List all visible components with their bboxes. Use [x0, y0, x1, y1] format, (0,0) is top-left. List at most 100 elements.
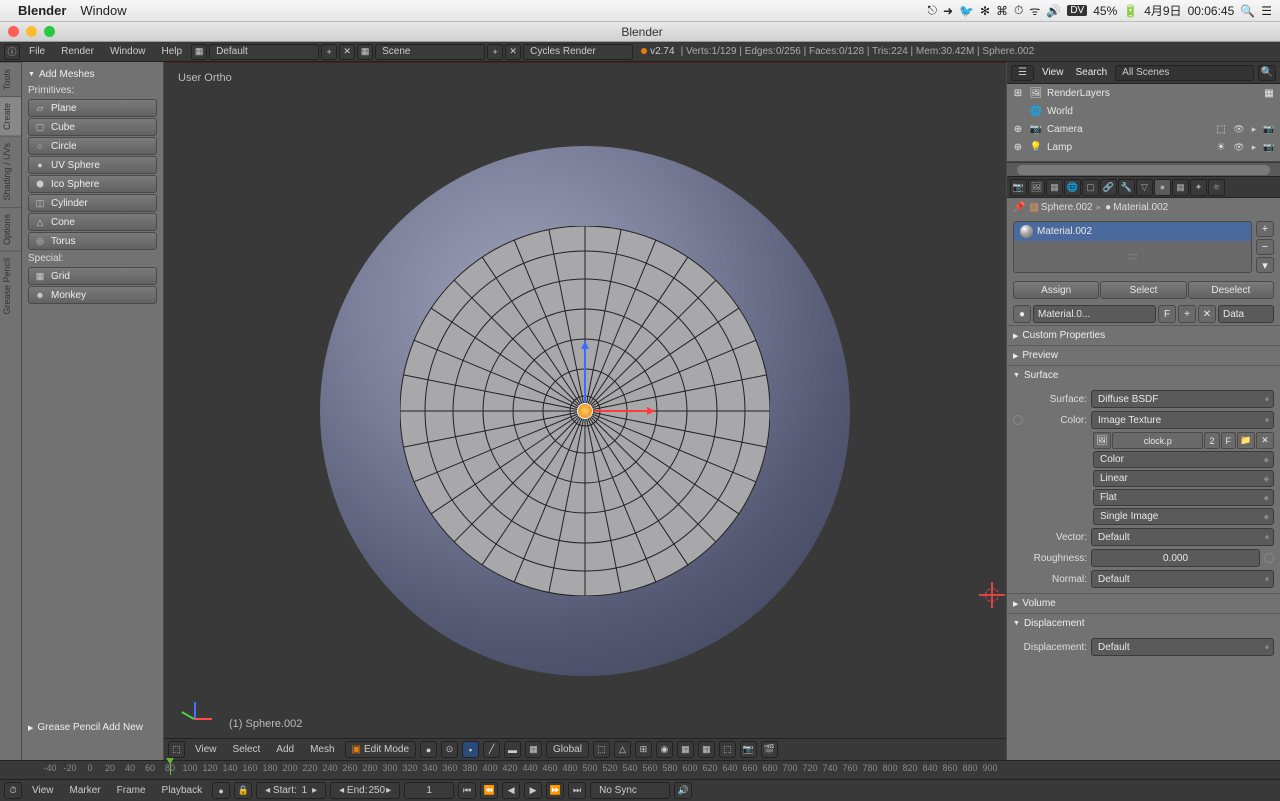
- end-frame[interactable]: ◂ End:250▸: [330, 782, 400, 799]
- select-button[interactable]: Select: [1100, 281, 1186, 299]
- add-cube[interactable]: ▢Cube: [28, 118, 157, 136]
- panel-add-meshes[interactable]: Add Meshes: [28, 66, 157, 83]
- menu-render[interactable]: Render: [54, 44, 101, 59]
- tex-unlink-icon[interactable]: ✕: [1256, 432, 1274, 449]
- render-icon[interactable]: 🎬: [761, 741, 778, 758]
- add-scene-icon[interactable]: +: [487, 44, 503, 60]
- editor-type-icon[interactable]: ⏱: [4, 782, 22, 799]
- tex-open-icon[interactable]: 📁: [1237, 432, 1255, 449]
- panel-grease[interactable]: Grease Pencil Add New: [28, 719, 158, 736]
- tab-grease[interactable]: Grease Pencil: [0, 251, 21, 321]
- color-socket-icon[interactable]: [1013, 415, 1023, 425]
- color-input[interactable]: Image Texture: [1091, 411, 1274, 429]
- snap-icon[interactable]: ⬚: [593, 741, 610, 758]
- viewport-3d[interactable]: User Ortho (1) Sphere.002 ⬚ View Select …: [164, 62, 1006, 760]
- add-cylinder[interactable]: ◫Cylinder: [28, 194, 157, 212]
- rough-socket-icon[interactable]: [1264, 553, 1274, 563]
- layers-icon[interactable]: ▦: [677, 741, 694, 758]
- vp-menu-mesh[interactable]: Mesh: [304, 742, 340, 757]
- outliner-filter[interactable]: All Scenes: [1115, 65, 1254, 81]
- remove-slot-icon[interactable]: −: [1256, 239, 1274, 255]
- gizmo-origin[interactable]: [577, 403, 593, 419]
- mat-browse-icon[interactable]: ●: [1013, 305, 1031, 323]
- render-border-icon[interactable]: ⬚: [719, 741, 736, 758]
- layout-browse-icon[interactable]: ▦: [191, 44, 207, 60]
- tex-users[interactable]: 2: [1204, 432, 1219, 449]
- add-plane[interactable]: ▱Plane: [28, 99, 157, 117]
- del-layout-icon[interactable]: ✕: [339, 44, 355, 60]
- keyframe-next-icon[interactable]: ⏩: [546, 782, 564, 799]
- bc-obj[interactable]: ▨Sphere.002: [1029, 202, 1092, 213]
- keyframe-prev-icon[interactable]: ⏪: [480, 782, 498, 799]
- snap-element-icon[interactable]: ⊞: [635, 741, 652, 758]
- tab-shading[interactable]: Shading / UVs: [0, 136, 21, 207]
- add-slot-icon[interactable]: +: [1256, 221, 1274, 237]
- screen-layout[interactable]: Default: [209, 44, 319, 60]
- displacement-input[interactable]: Default: [1091, 638, 1274, 656]
- del-scene-icon[interactable]: ✕: [505, 44, 521, 60]
- tex-name[interactable]: clock.p: [1112, 432, 1203, 449]
- outliner-search[interactable]: Search: [1071, 67, 1111, 78]
- snap-target-icon[interactable]: △: [614, 741, 631, 758]
- tex-projection[interactable]: Flat: [1093, 489, 1274, 506]
- jump-start-icon[interactable]: ⏮: [458, 782, 476, 799]
- limit-select-icon[interactable]: ▦: [525, 741, 542, 758]
- tex-interp[interactable]: Linear: [1093, 470, 1274, 487]
- add-layout-icon[interactable]: +: [321, 44, 337, 60]
- prop-tab-render[interactable]: 📷: [1010, 179, 1027, 196]
- outliner[interactable]: ⊞🖼RenderLayers▦ 🌐World ⊕📷Camera⬚👁▸📷 ⊕💡La…: [1007, 84, 1280, 162]
- prop-tab-object[interactable]: ▢: [1082, 179, 1099, 196]
- mat-users[interactable]: F: [1158, 305, 1176, 323]
- add-cone[interactable]: △Cone: [28, 213, 157, 231]
- editor-type-icon[interactable]: ⓘ: [4, 44, 20, 60]
- tl-menu-view[interactable]: View: [26, 783, 60, 798]
- mat-add-icon[interactable]: +: [1178, 305, 1196, 323]
- pin-icon[interactable]: 📌: [1013, 202, 1025, 213]
- prop-tab-layers[interactable]: 🖼: [1028, 179, 1045, 196]
- menu-window[interactable]: Window: [103, 44, 153, 59]
- material-name[interactable]: Material.0...: [1033, 305, 1156, 323]
- tex-colorspace[interactable]: Color: [1093, 451, 1274, 468]
- tl-menu-marker[interactable]: Marker: [64, 783, 107, 798]
- prop-tab-scene[interactable]: ▦: [1046, 179, 1063, 196]
- assign-button[interactable]: Assign: [1013, 281, 1099, 299]
- material-slot-item[interactable]: Material.002: [1014, 222, 1251, 241]
- speaker-icon[interactable]: 🔊: [674, 782, 692, 799]
- prop-tab-modifier[interactable]: 🔧: [1118, 179, 1135, 196]
- vp-menu-add[interactable]: Add: [270, 742, 300, 757]
- cam-icon[interactable]: 📷: [740, 741, 757, 758]
- pivot-icon[interactable]: ⊙: [441, 741, 458, 758]
- vector-input[interactable]: Default: [1091, 528, 1274, 546]
- sync-mode[interactable]: No Sync: [590, 782, 670, 799]
- orientation[interactable]: Global: [546, 741, 589, 758]
- add-circle[interactable]: ○Circle: [28, 137, 157, 155]
- edge-select-icon[interactable]: ╱: [483, 741, 500, 758]
- prop-tab-constraint[interactable]: 🔗: [1100, 179, 1117, 196]
- autokey-icon[interactable]: ●: [212, 782, 230, 799]
- prop-tab-data[interactable]: ▽: [1136, 179, 1153, 196]
- mode-select[interactable]: ▣Edit Mode: [345, 741, 416, 758]
- prop-tab-physics[interactable]: ⚛: [1208, 179, 1225, 196]
- scene-name[interactable]: Scene: [375, 44, 485, 60]
- tex-fake[interactable]: F: [1221, 432, 1237, 449]
- bc-mat[interactable]: ●Material.002: [1105, 202, 1168, 213]
- outliner-type-icon[interactable]: ☰: [1011, 65, 1034, 81]
- prop-tab-world[interactable]: 🌐: [1064, 179, 1081, 196]
- play-icon[interactable]: ▶: [524, 782, 542, 799]
- add-grid[interactable]: ▦Grid: [28, 267, 157, 285]
- editor-type-icon[interactable]: ⬚: [168, 741, 185, 758]
- current-frame[interactable]: 1: [404, 782, 454, 799]
- lock-icon[interactable]: 🔒: [234, 782, 252, 799]
- start-frame[interactable]: ◂ Start:1▸: [256, 782, 326, 799]
- search-icon[interactable]: 🔍: [1258, 65, 1276, 81]
- gizmo-z-axis[interactable]: [584, 341, 586, 411]
- tex-source[interactable]: Single Image: [1093, 508, 1274, 525]
- jump-end-icon[interactable]: ⏭: [568, 782, 586, 799]
- slot-menu-icon[interactable]: ▾: [1256, 257, 1274, 273]
- tab-tools[interactable]: Tools: [0, 62, 21, 96]
- vp-menu-select[interactable]: Select: [227, 742, 267, 757]
- outliner-view[interactable]: View: [1038, 67, 1068, 78]
- prop-tab-material[interactable]: ●: [1154, 179, 1171, 196]
- add-monkey[interactable]: ☻Monkey: [28, 286, 157, 304]
- gizmo-x-axis[interactable]: [585, 410, 655, 412]
